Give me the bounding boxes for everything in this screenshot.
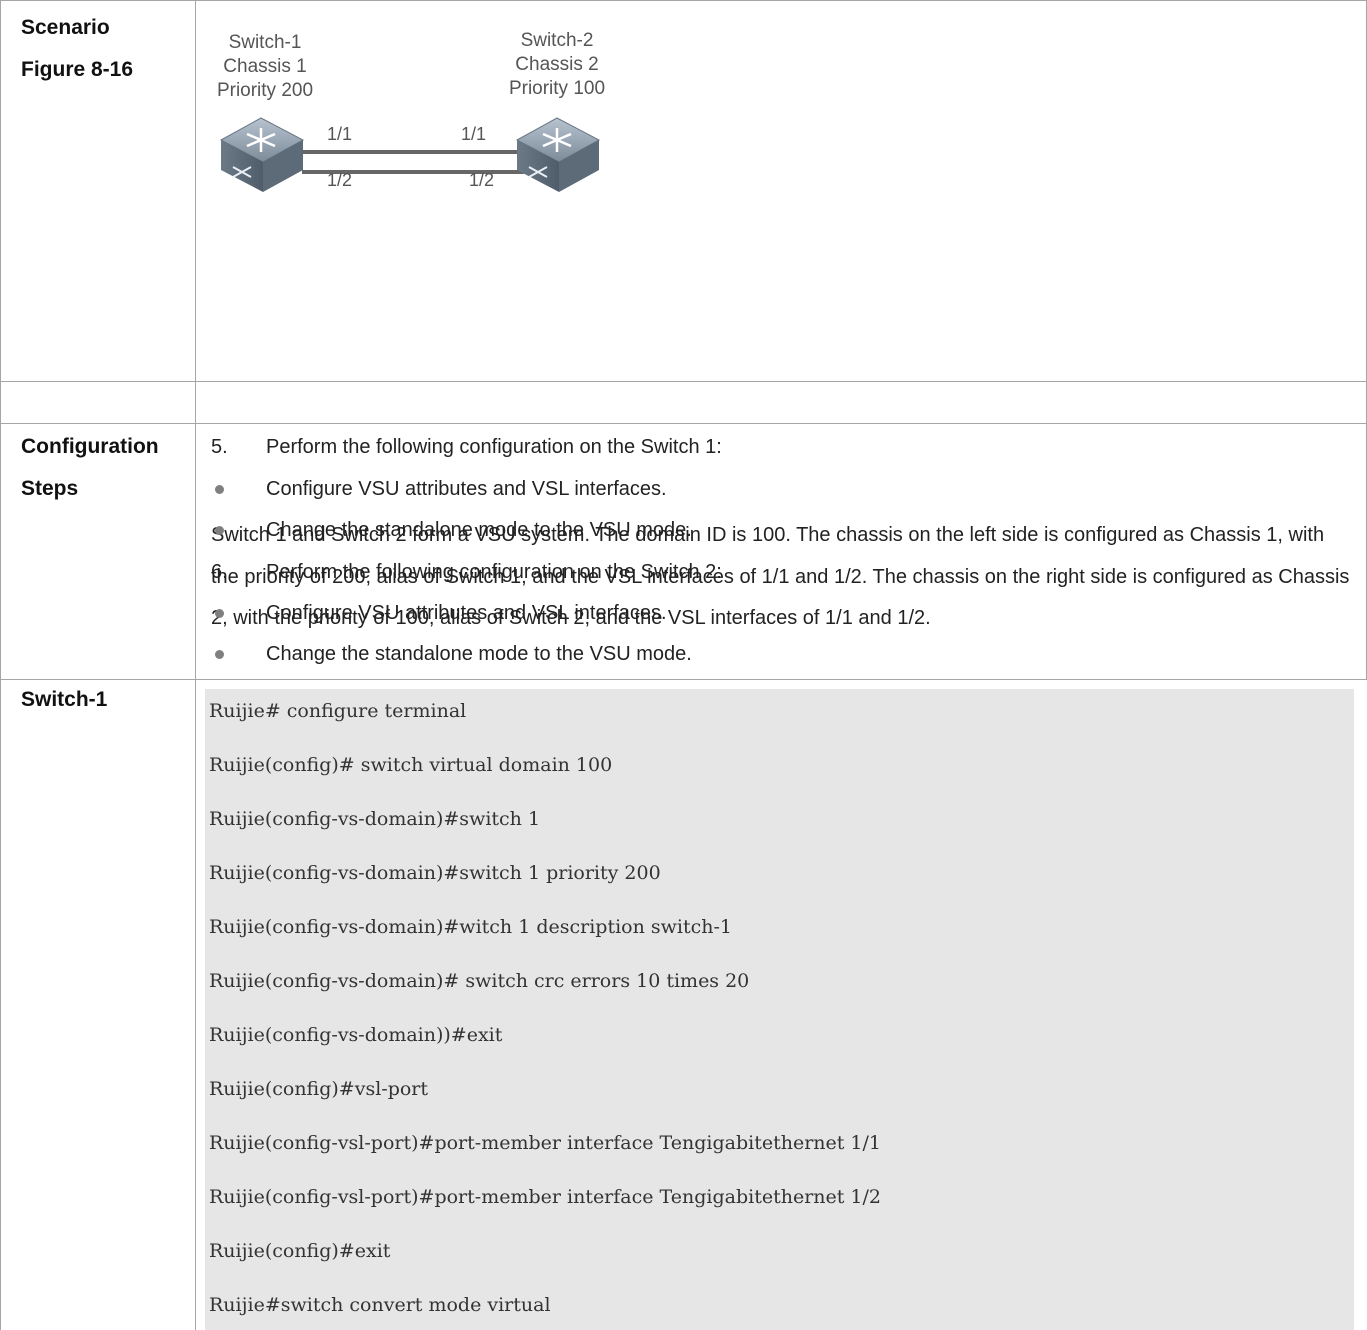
code-line: Ruijie(config-vs-domain)# switch crc err… (209, 970, 750, 992)
row-divider (0, 679, 1367, 680)
switch-right-name: Switch-2 (521, 30, 594, 51)
code-line: Ruijie# configure terminal (209, 700, 467, 722)
switch-right-icon (515, 117, 601, 192)
step-number: 6. (211, 561, 228, 583)
code-line: Ruijie(config-vsl-port)#port-member inte… (209, 1186, 882, 1208)
code-line: Ruijie(config-vs-domain)#switch 1 priori… (209, 862, 661, 884)
switch1-label: Switch-1 (21, 688, 108, 711)
switch-left-chassis: Chassis 1 (223, 56, 306, 77)
step-text: Change the standalone mode to the VSU mo… (266, 519, 692, 541)
table-border-top (0, 0, 1367, 1)
switch-left-icon (219, 117, 305, 192)
switch-left-priority: Priority 200 (217, 80, 313, 101)
port-left-bottom: 1/2 (327, 170, 352, 190)
code-line: Ruijie(config-vsl-port)#port-member inte… (209, 1132, 882, 1154)
configuration-label: Configuration (21, 435, 159, 458)
bullet-icon (215, 526, 224, 535)
port-left-top: 1/1 (327, 124, 352, 144)
code-block (205, 689, 1354, 1330)
code-line: Ruijie(config)#exit (209, 1240, 391, 1262)
row-divider (0, 381, 1367, 382)
port-right-top: 1/1 (461, 124, 486, 144)
vsl-link-1 (302, 150, 524, 154)
switch-left-name: Switch-1 (229, 32, 302, 53)
scenario-label: Scenario (21, 16, 110, 39)
topology-figure: Switch-1 Chassis 1 Priority 200 Switch-2… (217, 30, 605, 192)
step-text: Change the standalone mode to the VSU mo… (266, 643, 692, 665)
row-divider (0, 423, 1367, 424)
code-line: Ruijie(config)#vsl-port (209, 1078, 429, 1100)
code-line: Ruijie(config-vs-domain)#witch 1 descrip… (209, 916, 732, 938)
code-line: Ruijie(config)# switch virtual domain 10… (209, 754, 613, 776)
code-line: Ruijie#switch convert mode virtual (209, 1294, 551, 1316)
steps-label: Steps (21, 477, 79, 500)
step-number: 5. (211, 436, 228, 458)
step-text: Configure VSU attributes and VSL interfa… (266, 602, 667, 624)
switch-right-priority: Priority 100 (509, 78, 605, 99)
switch-right-chassis: Chassis 2 (515, 54, 598, 75)
figure-label: Figure 8-16 (21, 58, 134, 81)
code-line: Ruijie(config-vs-domain))#exit (209, 1024, 503, 1046)
step-text: Perform the following configuration on t… (266, 561, 722, 583)
table-column-divider (195, 0, 196, 1330)
bullet-icon (215, 609, 224, 618)
bullet-icon (215, 485, 224, 494)
step-text: Perform the following configuration on t… (266, 436, 722, 458)
step-text: Configure VSU attributes and VSL interfa… (266, 478, 667, 500)
table-border-left (0, 0, 1, 1330)
bullet-icon (215, 650, 224, 659)
code-line: Ruijie(config-vs-domain)#switch 1 (209, 808, 541, 830)
port-right-bottom: 1/2 (469, 170, 494, 190)
